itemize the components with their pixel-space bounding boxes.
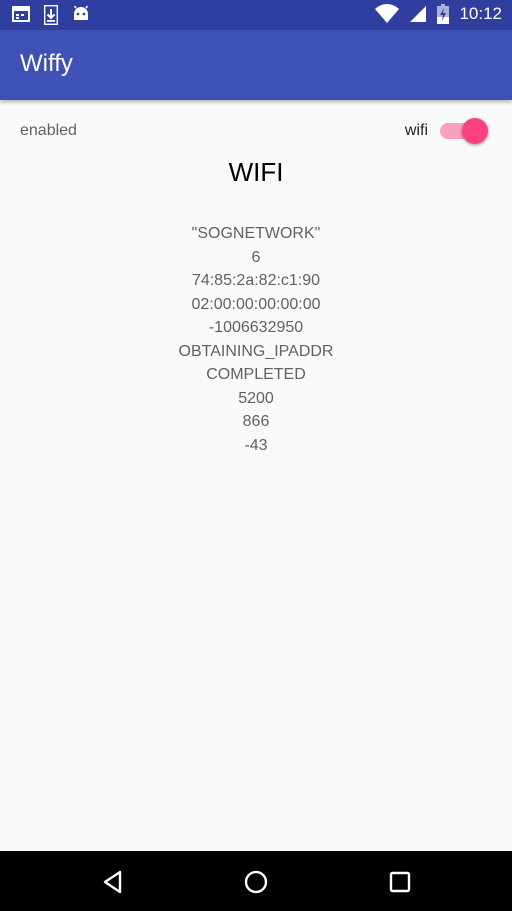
info-line: 6 bbox=[251, 248, 261, 266]
cell-signal-icon bbox=[410, 6, 427, 22]
wifi-switch[interactable]: wifi bbox=[404, 118, 488, 144]
recents-icon[interactable] bbox=[387, 869, 413, 895]
app-bar: Wiffy bbox=[0, 30, 512, 100]
info-line-supplicant-state: COMPLETED bbox=[206, 366, 306, 383]
download-icon bbox=[44, 5, 58, 25]
back-icon[interactable] bbox=[100, 869, 126, 895]
page-heading: WIFI bbox=[228, 157, 284, 187]
battery-charging-icon bbox=[437, 4, 450, 24]
calendar-icon bbox=[12, 6, 30, 22]
info-line: -1006632950 bbox=[208, 319, 304, 336]
android-icon bbox=[73, 5, 89, 20]
switch-thumb[interactable] bbox=[462, 118, 488, 144]
home-icon[interactable] bbox=[243, 869, 269, 895]
notification-icons bbox=[12, 5, 90, 25]
info-line-bssid: 74:85:2a:82:c1:90 bbox=[191, 272, 321, 289]
status-bar: 10:12 bbox=[0, 0, 512, 30]
wifi-status-text: enabled bbox=[20, 122, 77, 139]
info-line-state: OBTAINING_IPADDR bbox=[178, 342, 334, 360]
switch-track[interactable] bbox=[440, 118, 488, 144]
status-time: 10:12 bbox=[459, 4, 502, 23]
wifi-info-list: "SOGNETWORK" 6 74:85:2a:82:c1:90 02:00:0… bbox=[0, 222, 512, 457]
navigation-bar bbox=[0, 851, 512, 911]
wifi-switch-label: wifi bbox=[404, 122, 428, 139]
wifi-signal-icon bbox=[375, 4, 400, 24]
info-line-rssi: -43 bbox=[244, 436, 268, 454]
app-title: Wiffy bbox=[20, 50, 73, 77]
info-line-mac: 02:00:00:00:00:00 bbox=[191, 295, 321, 313]
info-line-link-speed: 866 bbox=[242, 413, 270, 430]
system-icons: 10:12 bbox=[375, 4, 502, 24]
info-line-frequency: 5200 bbox=[238, 389, 274, 407]
info-line-ssid: "SOGNETWORK" bbox=[191, 225, 321, 242]
